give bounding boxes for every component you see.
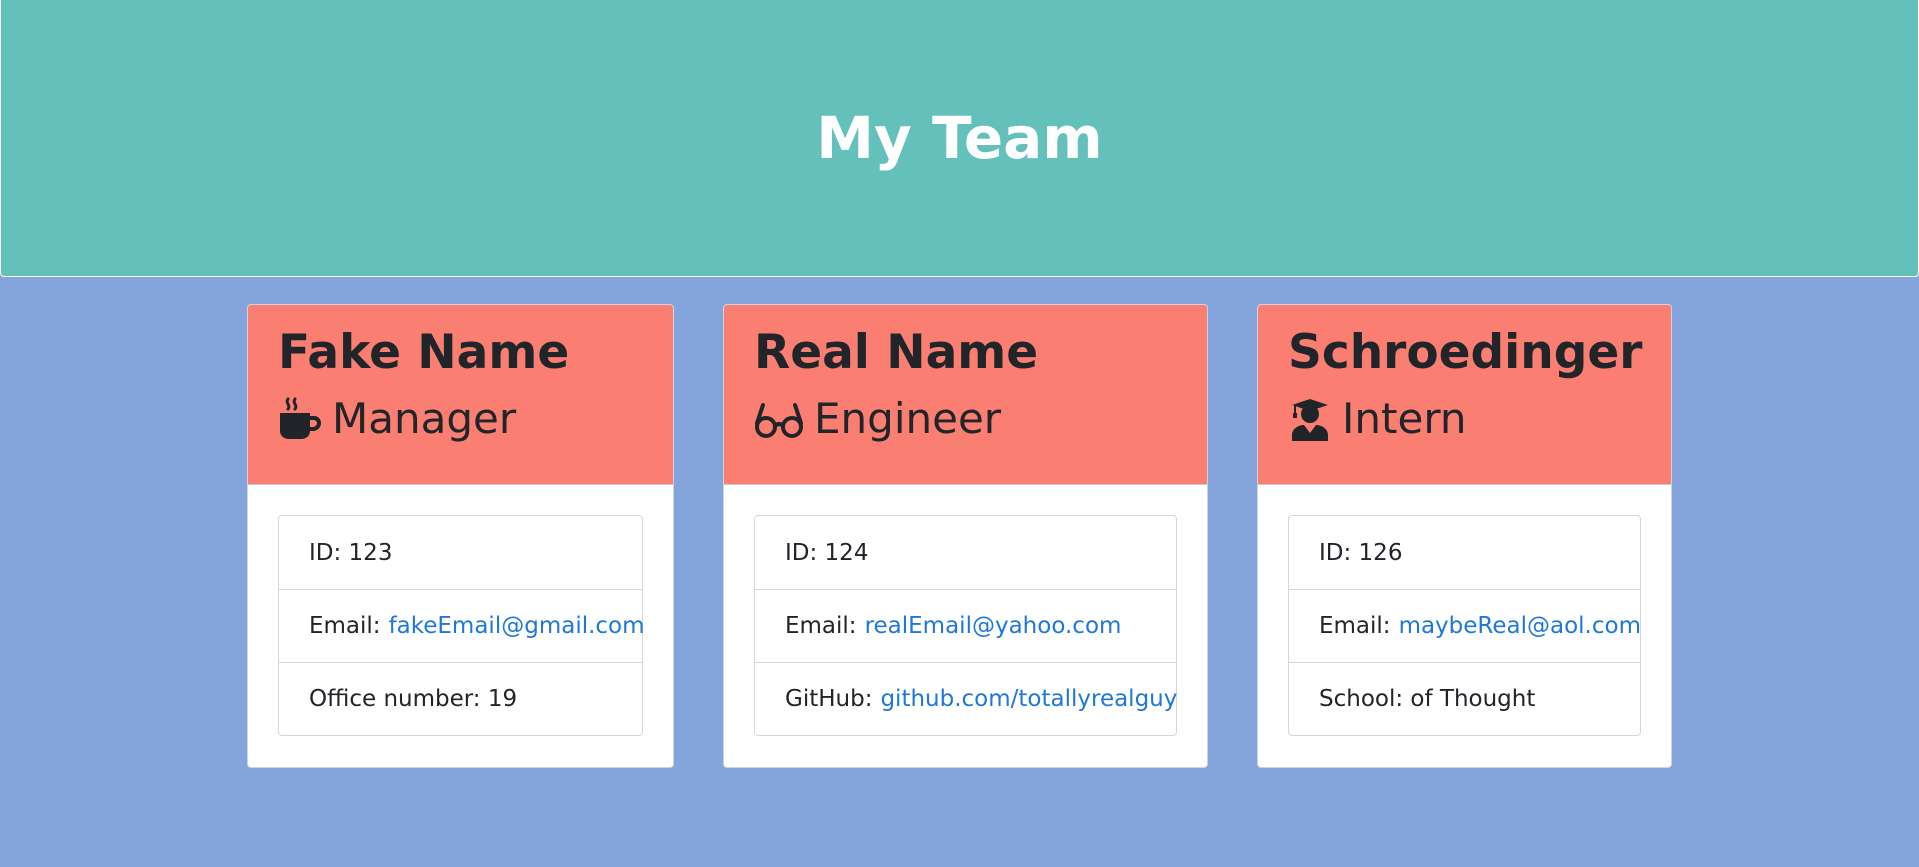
employee-email-row: Email: maybeReal@aol.com [1289, 589, 1641, 662]
card-header: Fake Name Manager [248, 305, 673, 485]
employee-role: Intern [1288, 395, 1671, 443]
employee-name: Real Name [754, 325, 1039, 380]
employee-id: ID: 123 [309, 539, 393, 566]
role-label: Manager [332, 394, 517, 443]
employee-email-row: Email: realEmail@yahoo.com [755, 589, 1176, 662]
employee-details-list: ID: 123 Email: fakeEmail@gmail.com Offic… [278, 515, 645, 736]
employee-name: Schroedinger [1288, 325, 1643, 380]
email-link[interactable]: maybeReal@aol.com [1399, 613, 1641, 639]
glasses-icon [754, 397, 804, 441]
employee-card-manager: Fake Name Manager ID: 123 Email: fakeEma… [247, 304, 674, 768]
github-label: GitHub: [785, 686, 873, 712]
office-number: Office number: 19 [279, 662, 642, 735]
school: School: of Thought [1289, 662, 1640, 735]
employee-details-list: ID: 124 Email: realEmail@yahoo.com GitHu… [754, 515, 1177, 736]
employee-role: Engineer [754, 395, 1207, 443]
github-link[interactable]: github.com/totallyrealguy [880, 686, 1177, 712]
employee-id: ID: 124 [785, 539, 869, 566]
email-link[interactable]: fakeEmail@gmail.com [389, 613, 645, 639]
employee-name: Fake Name [278, 325, 570, 380]
github-row: GitHub: github.com/totallyrealguy [755, 662, 1177, 735]
employee-email-row: Email: fakeEmail@gmail.com [279, 589, 645, 662]
role-label: Intern [1342, 394, 1467, 443]
email-link[interactable]: realEmail@yahoo.com [865, 613, 1122, 639]
card-header: Real Name Engineer [724, 305, 1207, 485]
graduate-icon [1288, 397, 1332, 441]
page-header: My Team [0, 0, 1919, 277]
email-label: Email: [785, 613, 857, 639]
employee-role: Manager [278, 395, 673, 443]
employee-card-intern: Schroedinger Intern ID: 126 Email: maybe… [1257, 304, 1672, 768]
email-label: Email: [309, 613, 381, 639]
employee-id: ID: 126 [1319, 539, 1403, 566]
role-label: Engineer [814, 394, 1002, 443]
page-title: My Team [816, 104, 1103, 172]
employee-card-engineer: Real Name Engineer ID: 124 Email: realEm… [723, 304, 1208, 768]
card-header: Schroedinger Intern [1258, 305, 1671, 485]
coffee-mug-icon [278, 397, 322, 441]
employee-details-list: ID: 126 Email: maybeReal@aol.com School:… [1288, 515, 1641, 736]
email-label: Email: [1319, 613, 1391, 639]
